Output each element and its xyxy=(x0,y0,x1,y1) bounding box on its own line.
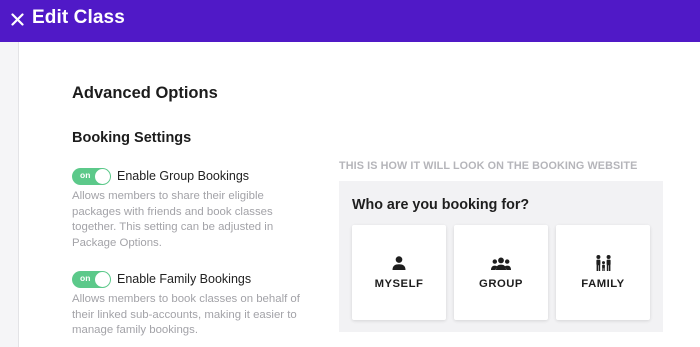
choice-family-card[interactable]: FAMILY xyxy=(556,225,650,320)
choice-label: MYSELF xyxy=(374,278,424,290)
group-bookings-label: Enable Group Bookings xyxy=(117,169,250,183)
family-bookings-description: Allows members to book classes on behalf… xyxy=(72,293,300,336)
page-title: Edit Class xyxy=(32,7,125,28)
preview-question: Who are you booking for? xyxy=(352,197,530,213)
close-button[interactable] xyxy=(8,8,26,30)
family-bookings-toggle[interactable]: on xyxy=(72,271,111,288)
left-gutter xyxy=(0,42,19,347)
choice-label: FAMILY xyxy=(581,278,625,290)
section-title: Advanced Options xyxy=(72,84,218,102)
family-bookings-label: Enable Family Bookings xyxy=(117,272,252,286)
choice-label: GROUP xyxy=(479,278,523,290)
family-icon xyxy=(593,255,613,271)
choice-group-card[interactable]: GROUP xyxy=(454,225,548,320)
top-bar: Edit Class xyxy=(0,0,700,42)
booking-preview: Who are you booking for? MYSELF GROUP FA… xyxy=(339,181,663,332)
toggle-knob xyxy=(95,272,110,287)
choice-myself-card[interactable]: MYSELF xyxy=(352,225,446,320)
person-icon xyxy=(389,255,409,271)
group-bookings-description: Allows members to share their eligible p… xyxy=(72,190,274,249)
group-bookings-toggle[interactable]: on xyxy=(72,168,111,185)
preview-caption: THIS IS HOW IT WILL LOOK ON THE BOOKING … xyxy=(339,160,638,172)
section-subtitle: Booking Settings xyxy=(72,130,192,146)
group-icon xyxy=(491,255,511,271)
toggle-state-text: on xyxy=(80,170,91,180)
toggle-knob xyxy=(95,169,110,184)
close-icon xyxy=(10,12,24,26)
toggle-state-text: on xyxy=(80,273,91,283)
